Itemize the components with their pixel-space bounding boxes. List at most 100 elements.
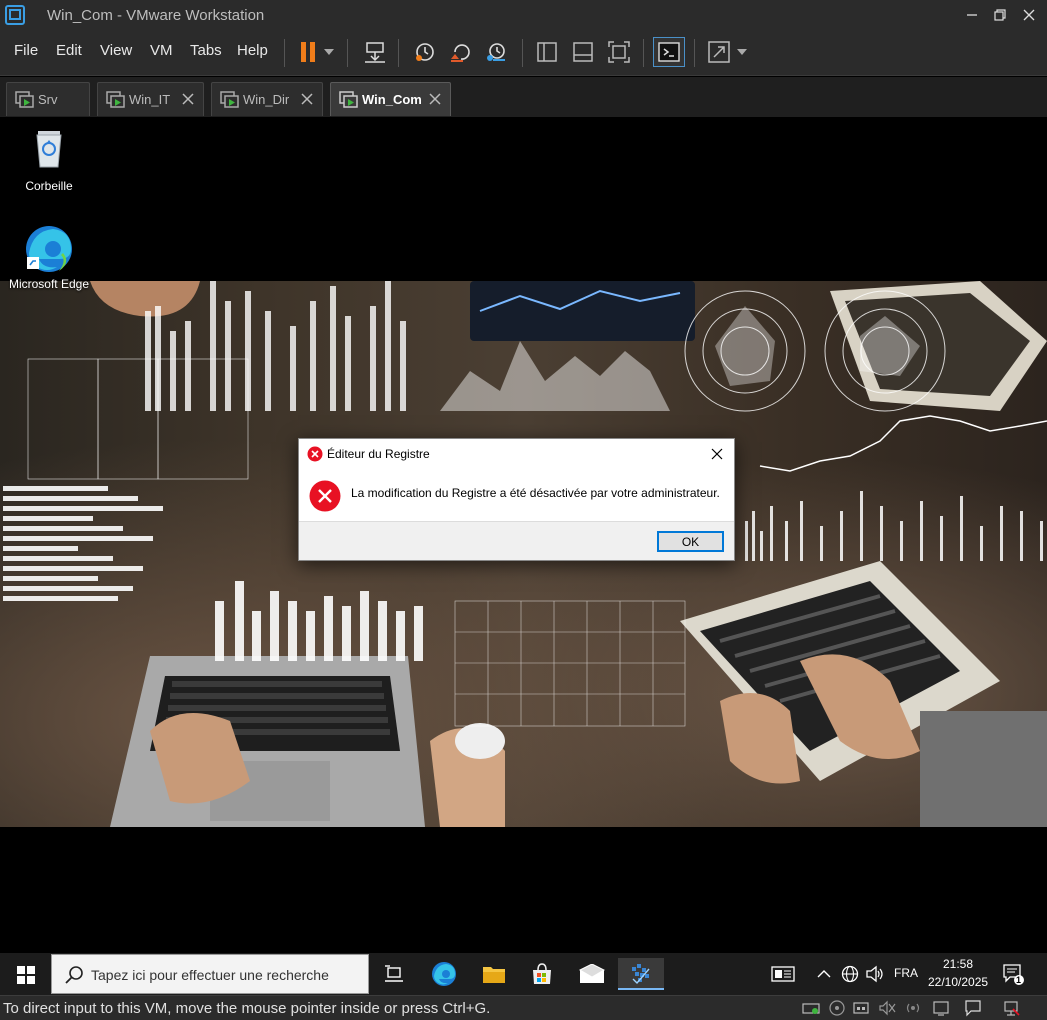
notification-count: 1	[1016, 975, 1022, 985]
revert-icon	[451, 44, 470, 62]
send-keys-icon	[365, 42, 385, 63]
show-thumbnail-bar-button[interactable]	[567, 37, 599, 67]
tray-date[interactable]: 22/10/2025	[928, 975, 988, 989]
close-tab-icon[interactable]	[299, 91, 315, 107]
wireless-icon[interactable]	[903, 999, 923, 1017]
tab-win-com[interactable]: Win_Com	[330, 82, 451, 116]
restore-button[interactable]	[985, 3, 1015, 27]
taskbar-search[interactable]: Tapez ici pour effectuer une recherche	[51, 954, 369, 994]
cd-rom-icon[interactable]	[827, 999, 847, 1017]
menu-help[interactable]: Help	[237, 42, 268, 59]
minimize-button[interactable]	[957, 3, 987, 27]
notification-center-button[interactable]: 1	[998, 958, 1028, 990]
tab-label: Win_IT	[129, 92, 171, 107]
tray-meet-now-button[interactable]	[766, 958, 800, 990]
tray-show-hidden-icons[interactable]	[812, 958, 836, 990]
tray-time[interactable]: 21:58	[943, 957, 973, 971]
registry-editor-icon	[632, 964, 650, 985]
stretch-dropdown-button[interactable]	[731, 37, 753, 67]
taskbar-mail[interactable]	[575, 958, 609, 990]
network-adapter-icon[interactable]	[851, 999, 871, 1017]
task-view-icon	[385, 965, 403, 982]
send-ctrl-alt-del-button[interactable]	[359, 37, 391, 67]
show-library-button[interactable]	[531, 37, 563, 67]
vm-running-icon	[220, 91, 239, 108]
menu-view[interactable]: View	[100, 42, 132, 59]
tab-srv[interactable]: Srv	[6, 82, 90, 116]
tab-label: Win_Com	[362, 92, 422, 107]
taskbar-store[interactable]	[525, 958, 559, 990]
toolbar-separator	[522, 39, 523, 67]
full-screen-view-button[interactable]	[603, 37, 635, 67]
start-button[interactable]	[8, 959, 44, 991]
menu-edit[interactable]: Edit	[56, 42, 82, 59]
menu-tabs[interactable]: Tabs	[190, 42, 222, 59]
snapshot-button[interactable]	[409, 37, 441, 67]
windows-taskbar: Tapez ici pour effectuer une recherche F…	[0, 953, 1047, 995]
tab-win-dir[interactable]: Win_Dir	[211, 82, 323, 116]
menu-vm[interactable]: VM	[150, 42, 173, 59]
dialog-footer: OK	[299, 521, 734, 560]
minimize-icon	[967, 14, 977, 16]
edge-icon	[432, 962, 456, 986]
store-icon	[533, 963, 551, 984]
edge-icon	[26, 226, 72, 272]
toolbar-separator	[694, 39, 695, 67]
desktop-icon-edge[interactable]: Microsoft Edge	[4, 223, 94, 291]
volume-icon	[866, 965, 883, 983]
dialog-message: La modification du Registre a été désact…	[351, 486, 720, 500]
sidebar-layout-icon	[537, 42, 557, 62]
expand-icon	[708, 41, 730, 63]
desktop-icon-label: Corbeille	[25, 179, 73, 193]
close-window-button[interactable]	[1014, 3, 1044, 27]
search-placeholder: Tapez ici pour effectuer une recherche	[91, 967, 329, 983]
taskbar-edge[interactable]	[427, 958, 461, 990]
taskbar-file-explorer[interactable]	[477, 958, 511, 990]
message-log-icon[interactable]	[963, 999, 983, 1017]
tray-language[interactable]: FRA	[894, 966, 918, 980]
tray-volume[interactable]	[863, 958, 887, 990]
taskbar-registry-editor[interactable]	[618, 958, 664, 990]
close-tab-icon[interactable]	[427, 91, 443, 107]
sound-card-icon[interactable]	[877, 999, 897, 1017]
tab-label: Srv	[38, 92, 58, 107]
search-icon	[65, 966, 83, 984]
snapshot-manager-icon	[487, 43, 505, 61]
vm-running-icon	[15, 91, 34, 108]
desktop-icon-label: Microsoft Edge	[8, 277, 90, 291]
snapshot-icon	[416, 43, 434, 61]
toolbar-separator	[398, 39, 399, 67]
task-view-button[interactable]	[377, 958, 411, 990]
vm-running-icon	[339, 91, 358, 108]
pause-icon	[301, 42, 315, 62]
menu-toolbar: File Edit View VM Tabs Help	[0, 31, 1047, 76]
menu-file[interactable]: File	[14, 42, 38, 59]
snapshot-manager-button[interactable]	[481, 37, 513, 67]
devices-icon[interactable]	[1001, 999, 1021, 1017]
status-message: To direct input to this VM, move the mou…	[3, 1000, 491, 1017]
dialog-title: Éditeur du Registre	[327, 447, 430, 461]
display-icon[interactable]	[931, 999, 951, 1017]
ok-button[interactable]: OK	[657, 531, 724, 552]
status-bar: To direct input to this VM, move the mou…	[0, 995, 1047, 1020]
folder-icon	[483, 967, 505, 983]
desktop-icon-recycle-bin[interactable]: Corbeille	[4, 125, 94, 193]
close-tab-icon[interactable]	[180, 91, 196, 107]
vmware-icon	[5, 5, 25, 25]
news-icon	[771, 966, 795, 982]
toolbar-separator	[347, 39, 348, 67]
tray-network[interactable]	[838, 958, 862, 990]
chevron-down-icon	[324, 49, 334, 55]
close-icon[interactable]	[708, 445, 726, 463]
restore-icon	[994, 9, 1006, 21]
tab-win-it[interactable]: Win_IT	[97, 82, 204, 116]
tab-label: Win_Dir	[243, 92, 290, 107]
hard-disk-icon[interactable]	[801, 999, 821, 1017]
vm-running-icon	[106, 91, 125, 108]
power-dropdown-button[interactable]	[318, 37, 340, 67]
error-icon	[309, 480, 341, 512]
revert-snapshot-button[interactable]	[445, 37, 477, 67]
chevron-up-icon	[817, 970, 831, 978]
window-title: Win_Com - VMware Workstation	[47, 7, 265, 24]
console-view-button[interactable]	[653, 37, 685, 67]
